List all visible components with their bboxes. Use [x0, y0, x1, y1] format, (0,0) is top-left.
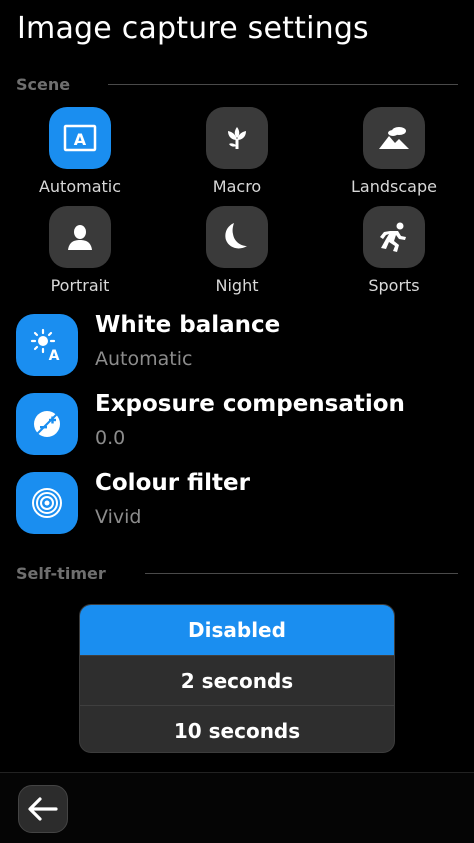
exposure-compensation-value: 0.0	[95, 427, 126, 449]
setting-exposure-compensation[interactable]: Exposure compensation 0.0	[16, 391, 456, 455]
colour-filter-title: Colour filter	[95, 470, 250, 496]
self-timer-option-disabled[interactable]: Disabled	[80, 605, 394, 655]
svg-text:A: A	[49, 348, 60, 362]
bottom-toolbar	[0, 772, 474, 843]
scene-sports-tile[interactable]	[363, 206, 425, 268]
scene-landscape-label: Landscape	[351, 177, 437, 196]
scene-macro-tile[interactable]	[206, 107, 268, 169]
scene-sports[interactable]: Sports	[324, 206, 464, 295]
page-title: Image capture settings	[17, 11, 369, 46]
setting-white-balance[interactable]: A White balance Automatic	[16, 312, 456, 376]
auto-icon: A	[63, 124, 97, 152]
scene-header-label: Scene	[16, 74, 71, 94]
self-timer-section-header: Self-timer	[16, 563, 106, 583]
scene-header-rule-wrap	[108, 74, 458, 94]
scene-automatic-tile[interactable]: A	[49, 107, 111, 169]
white-balance-title: White balance	[95, 312, 281, 338]
scene-portrait-label: Portrait	[50, 276, 110, 295]
scene-landscape-tile[interactable]	[363, 107, 425, 169]
colour-filter-value: Vivid	[95, 506, 142, 528]
self-timer-option-10-seconds[interactable]: 10 seconds	[80, 705, 394, 752]
scene-night-tile[interactable]	[206, 206, 268, 268]
svg-text:A: A	[74, 130, 87, 149]
self-timer-header-label: Self-timer	[16, 563, 106, 583]
self-timer-option-2-seconds[interactable]: 2 seconds	[80, 655, 394, 705]
person-icon	[68, 225, 92, 250]
scene-macro[interactable]: Macro	[167, 107, 307, 196]
white-balance-icon-tile: A	[16, 314, 78, 376]
back-button[interactable]	[18, 785, 68, 833]
self-timer-options: Disabled 2 seconds 10 seconds	[79, 604, 395, 753]
exposure-icon-tile	[16, 393, 78, 455]
scene-section-header: Scene	[16, 74, 70, 94]
scene-automatic[interactable]: A Automatic	[10, 107, 150, 196]
scene-portrait[interactable]: Portrait	[10, 206, 150, 295]
exposure-compensation-title: Exposure compensation	[95, 391, 405, 417]
exposure-icon	[34, 411, 60, 437]
scene-sports-label: Sports	[368, 276, 420, 295]
runner-icon	[380, 222, 406, 252]
back-arrow-icon	[28, 797, 58, 821]
white-balance-icon: A	[30, 328, 60, 362]
colour-filter-icon-tile	[16, 472, 78, 534]
scene-night[interactable]: Night	[167, 206, 307, 295]
scene-macro-label: Macro	[212, 177, 262, 196]
flower-icon	[228, 127, 246, 149]
scene-night-label: Night	[215, 276, 259, 295]
self-timer-header-rule-wrap	[145, 563, 458, 583]
white-balance-value: Automatic	[95, 348, 193, 370]
moon-icon	[225, 223, 247, 249]
scene-portrait-tile[interactable]	[49, 206, 111, 268]
colour-filter-icon	[32, 488, 62, 518]
self-timer-header-rule	[145, 573, 458, 574]
scene-automatic-label: Automatic	[38, 177, 122, 196]
setting-colour-filter[interactable]: Colour filter Vivid	[16, 470, 456, 534]
scene-landscape[interactable]: Landscape	[324, 107, 464, 196]
landscape-icon	[379, 127, 409, 149]
scene-header-rule	[108, 84, 458, 85]
